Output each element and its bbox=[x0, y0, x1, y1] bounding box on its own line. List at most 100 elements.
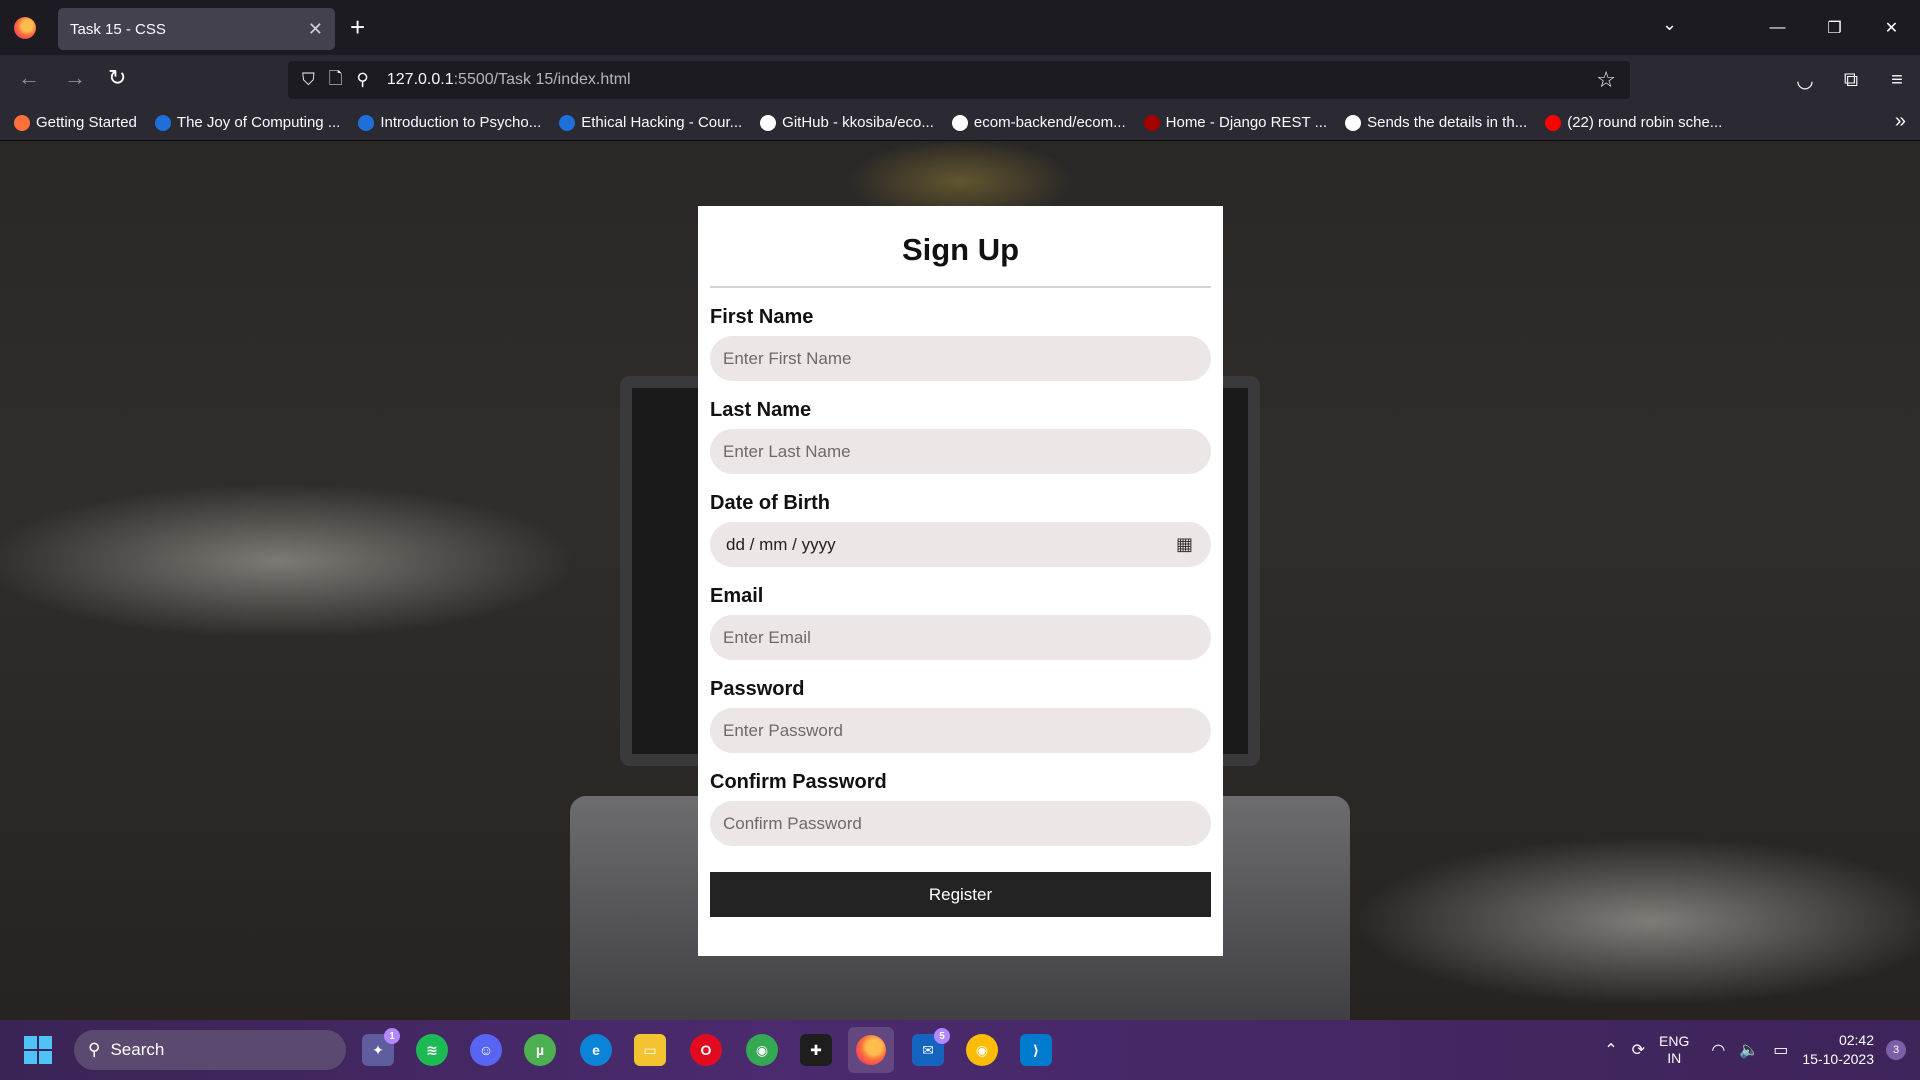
bookmark-item[interactable]: Home - Django REST ... bbox=[1143, 114, 1328, 131]
chrome-profile-icon[interactable]: ◉ bbox=[966, 1034, 998, 1066]
utorrent-icon[interactable]: µ bbox=[524, 1034, 556, 1066]
bookmark-favicon-icon bbox=[154, 114, 171, 131]
tab-bar: Task 15 - CSS ✕ + ⌄ — ❐ ✕ bbox=[0, 0, 1920, 55]
discord-icon[interactable]: ☺ bbox=[470, 1034, 502, 1066]
bookmark-favicon-icon bbox=[358, 114, 375, 131]
bookmark-item[interactable]: Sends the details in th... bbox=[1345, 114, 1527, 131]
clock-date: 15-10-2023 bbox=[1802, 1051, 1874, 1067]
bookmark-item[interactable]: GitHub - kkosiba/eco... bbox=[760, 114, 934, 131]
edge-icon[interactable]: e bbox=[580, 1034, 612, 1066]
bookmark-favicon-icon bbox=[1545, 114, 1562, 131]
bookmark-label: Getting Started bbox=[36, 114, 137, 131]
bookmark-label: Ethical Hacking - Cour... bbox=[581, 114, 743, 131]
bookmark-label: (22) round robin sche... bbox=[1567, 114, 1723, 131]
more-bookmarks-icon[interactable]: » bbox=[1895, 110, 1906, 133]
chevron-down-icon[interactable]: ⌄ bbox=[1662, 14, 1677, 35]
bookmark-item[interactable]: Ethical Hacking - Cour... bbox=[559, 114, 742, 131]
vscode-icon[interactable]: ⟩ bbox=[1020, 1034, 1052, 1066]
password-label: Password bbox=[710, 678, 805, 700]
taskbar: ⚲ Search ✦ 1 ≋ ☺ µ e ▭ O ◉ ✚ ✉ 5 ◉ ⟩ ⌃ ⟳ E… bbox=[0, 1020, 1920, 1080]
forward-icon[interactable]: → bbox=[64, 65, 86, 91]
nav-bar: ← → ↻ ⛉ 🗋 ⚲ 127.0.0.1:5500/Task 15/index… bbox=[0, 55, 1920, 105]
opera-icon[interactable]: O bbox=[690, 1034, 722, 1066]
bookmark-favicon-icon bbox=[1345, 114, 1362, 131]
bookmark-item[interactable]: The Joy of Computing ... bbox=[154, 114, 341, 131]
signup-form: Sign Up First Name Last Name Date of Bir… bbox=[698, 206, 1223, 956]
last-name-label: Last Name bbox=[710, 399, 812, 421]
notification-badge[interactable]: 3 bbox=[1886, 1040, 1906, 1060]
file-explorer-icon[interactable]: ▭ bbox=[634, 1034, 666, 1066]
tab-title: Task 15 - CSS bbox=[70, 20, 166, 38]
close-icon[interactable]: ✕ bbox=[308, 19, 323, 40]
tab-active[interactable]: Task 15 - CSS ✕ bbox=[58, 8, 335, 50]
bookmark-star-icon[interactable]: ☆ bbox=[1596, 67, 1616, 93]
bookmark-favicon-icon bbox=[559, 114, 576, 131]
chat-badge: 1 bbox=[384, 1028, 400, 1044]
volume-icon[interactable]: 🔈 bbox=[1739, 1040, 1759, 1060]
form-title: Sign Up bbox=[710, 206, 1211, 288]
sync-icon[interactable]: ⟳ bbox=[1632, 1040, 1645, 1060]
system-tray: ⌃ ⟳ ENG IN ◠ 🔈 ▭ 02:42 15-10-2023 3 bbox=[1604, 1020, 1920, 1080]
password-input[interactable] bbox=[710, 708, 1211, 753]
bookmark-favicon-icon bbox=[760, 114, 777, 131]
windows-start-icon[interactable] bbox=[24, 1036, 52, 1064]
email-input[interactable] bbox=[710, 615, 1211, 660]
bookmark-item[interactable]: (22) round robin sche... bbox=[1545, 114, 1722, 131]
spotify-icon[interactable]: ≋ bbox=[416, 1034, 448, 1066]
firefox-icon[interactable] bbox=[14, 16, 36, 39]
menu-icon[interactable]: ≡ bbox=[1874, 69, 1920, 92]
permissions-icon[interactable]: ⚲ bbox=[356, 70, 368, 90]
pocket-icon[interactable]: ◡ bbox=[1782, 68, 1828, 93]
back-icon[interactable]: ← bbox=[18, 65, 40, 91]
bookmark-label: The Joy of Computing ... bbox=[176, 114, 341, 131]
confirm-password-label: Confirm Password bbox=[710, 771, 887, 793]
last-name-input[interactable] bbox=[710, 429, 1211, 474]
bookmark-label: Sends the details in th... bbox=[1367, 114, 1528, 131]
url-host: 127.0.0.1 bbox=[386, 71, 454, 88]
new-tab-icon[interactable]: + bbox=[350, 12, 365, 43]
wifi-icon[interactable]: ◠ bbox=[1711, 1040, 1725, 1060]
bookmark-label: Introduction to Psycho... bbox=[380, 114, 542, 131]
window-close-icon[interactable]: ✕ bbox=[1863, 0, 1920, 55]
chevron-up-icon[interactable]: ⌃ bbox=[1604, 1040, 1617, 1060]
dob-input[interactable]: dd / mm / yyyy ▦ bbox=[710, 522, 1211, 567]
taskbar-search[interactable]: ⚲ Search bbox=[74, 1030, 346, 1070]
extensions-icon[interactable]: ⧉ bbox=[1828, 69, 1874, 92]
calendar-icon[interactable]: ▦ bbox=[1176, 534, 1193, 555]
lang-line2: IN bbox=[1667, 1050, 1682, 1066]
first-name-input[interactable] bbox=[710, 336, 1211, 381]
bookmark-item[interactable]: Getting Started bbox=[14, 114, 137, 131]
battery-icon[interactable]: ▭ bbox=[1773, 1040, 1788, 1060]
shield-icon[interactable]: ⛉ bbox=[302, 70, 315, 90]
url-path: :5500/Task 15/index.html bbox=[453, 71, 631, 88]
register-button[interactable]: Register bbox=[710, 872, 1211, 917]
bookmark-favicon-icon bbox=[951, 114, 968, 131]
window-controls: — ❐ ✕ bbox=[1749, 0, 1920, 55]
firefox-taskbar-icon[interactable] bbox=[848, 1027, 894, 1073]
bookmark-label: ecom-backend/ecom... bbox=[973, 114, 1126, 131]
reload-icon[interactable]: ↻ bbox=[108, 65, 126, 91]
bookmark-item[interactable]: Introduction to Psycho... bbox=[358, 114, 541, 131]
outlook-badge: 5 bbox=[934, 1028, 950, 1044]
clock[interactable]: 02:42 15-10-2023 bbox=[1802, 1031, 1874, 1069]
chat-app-icon[interactable]: ✦ 1 bbox=[362, 1028, 400, 1066]
minimize-icon[interactable]: — bbox=[1749, 0, 1806, 55]
page-viewport: Sign Up First Name Last Name Date of Bir… bbox=[0, 141, 1920, 1020]
language-indicator[interactable]: ENG IN bbox=[1659, 1033, 1689, 1067]
clock-time: 02:42 bbox=[1838, 1032, 1874, 1048]
taskbar-search-label: Search bbox=[110, 1040, 165, 1059]
email-label: Email bbox=[710, 585, 764, 607]
bookmarks-bar: Getting Started The Joy of Computing ... I… bbox=[0, 105, 1920, 141]
bookmark-label: Home - Django REST ... bbox=[1165, 114, 1328, 131]
bookmark-favicon-icon bbox=[1143, 114, 1160, 131]
search-icon: ⚲ bbox=[88, 1040, 101, 1059]
url-bar[interactable]: ⛉ 🗋 ⚲ 127.0.0.1:5500/Task 15/index.html … bbox=[288, 61, 1630, 99]
chrome-icon[interactable]: ◉ bbox=[746, 1034, 778, 1066]
figma-icon[interactable]: ✚ bbox=[800, 1034, 832, 1066]
page-icon[interactable]: 🗋 bbox=[329, 66, 343, 95]
outlook-icon[interactable]: ✉ 5 bbox=[912, 1028, 950, 1066]
restore-icon[interactable]: ❐ bbox=[1806, 0, 1863, 55]
dob-placeholder: dd / mm / yyyy bbox=[726, 534, 836, 554]
bookmark-item[interactable]: ecom-backend/ecom... bbox=[951, 114, 1126, 131]
confirm-password-input[interactable] bbox=[710, 801, 1211, 846]
